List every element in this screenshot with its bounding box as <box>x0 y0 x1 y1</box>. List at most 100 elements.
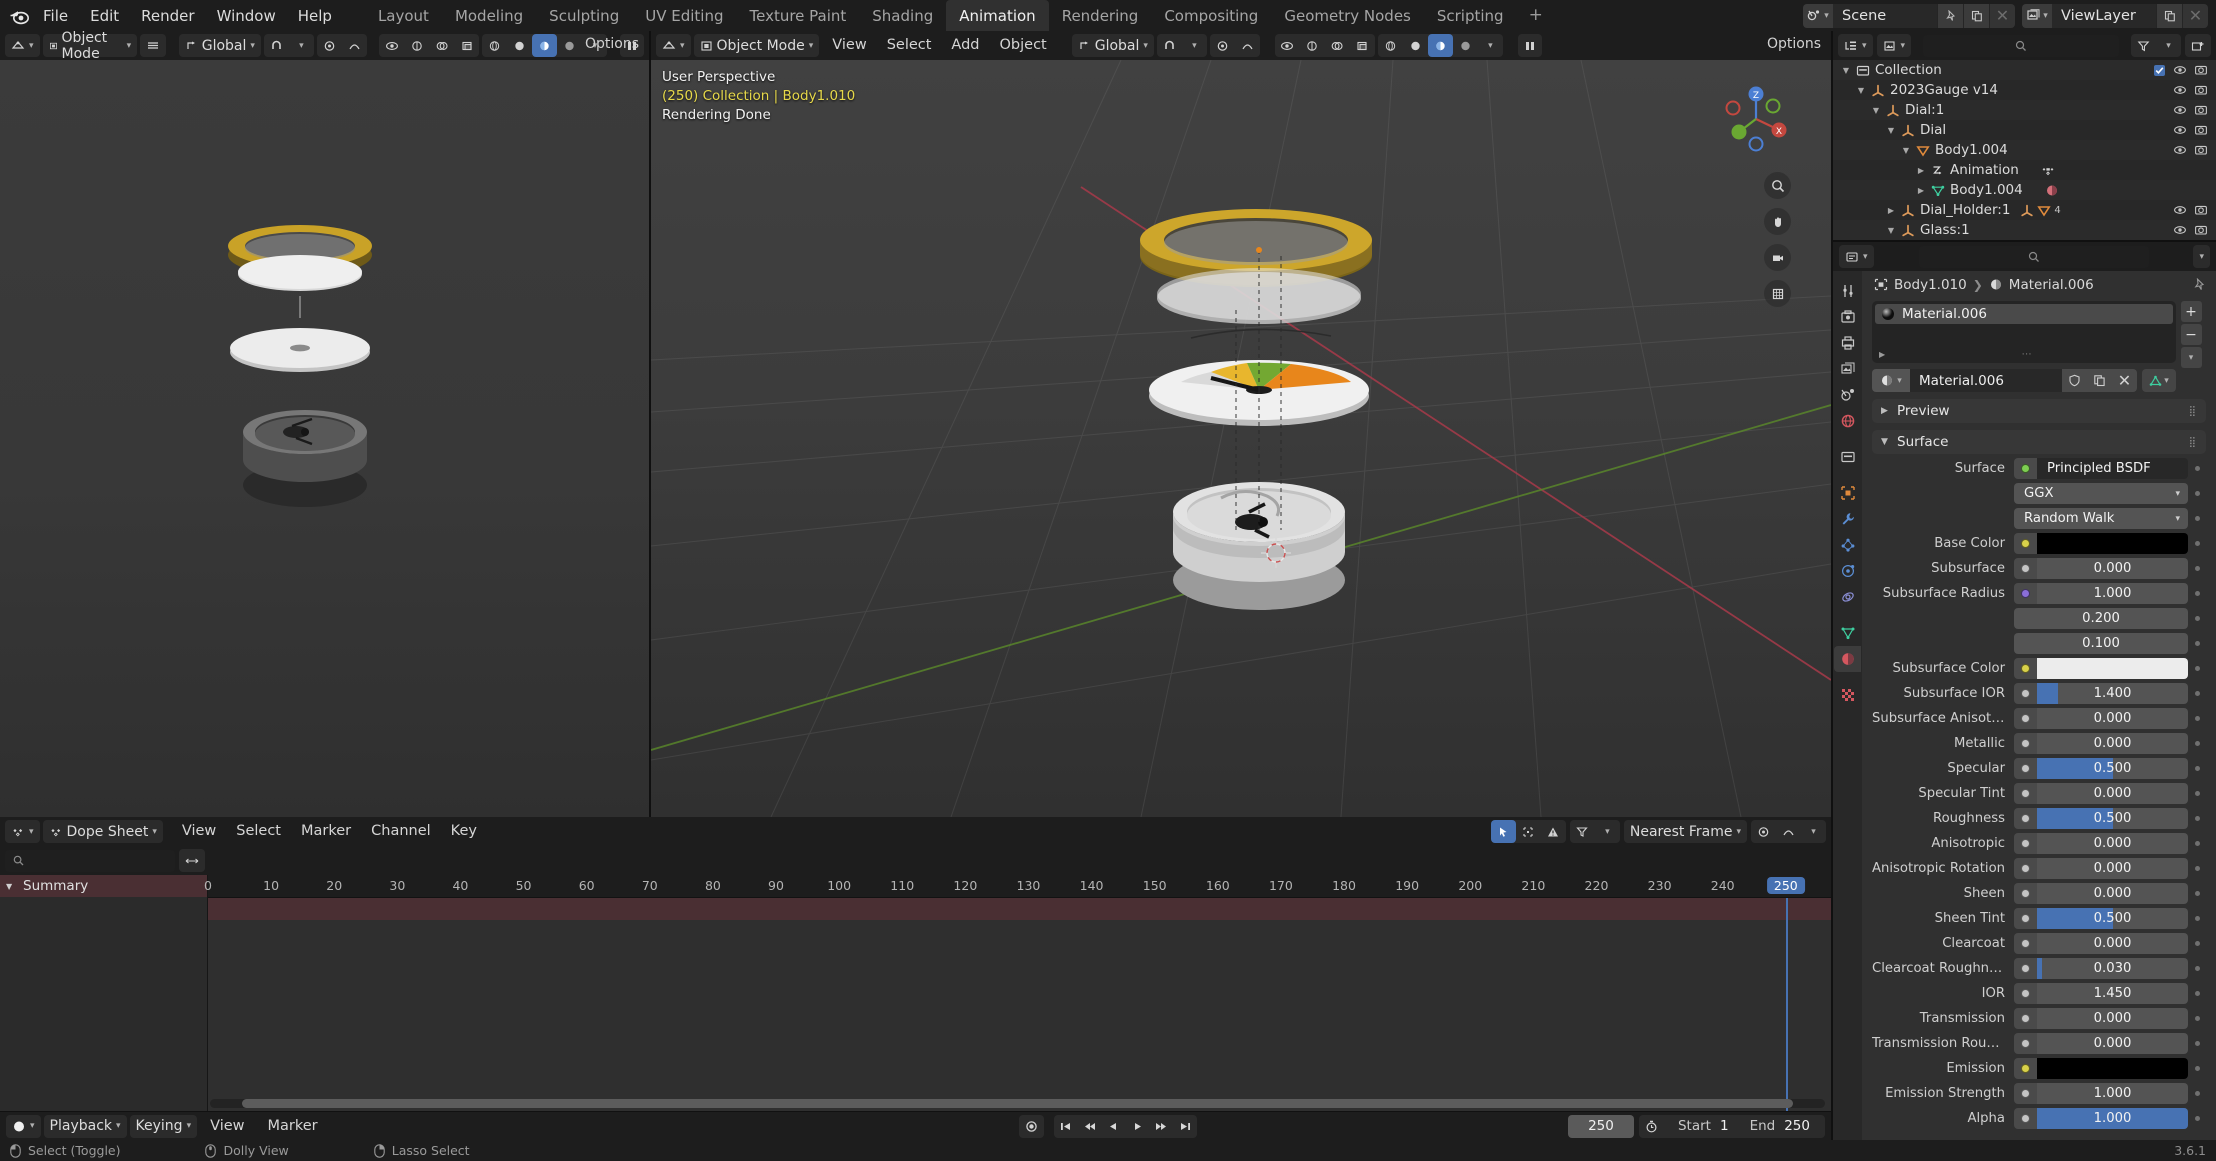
node-socket-icon[interactable] <box>2014 933 2037 954</box>
breadcrumb-object-label[interactable]: Body1.010 <box>1894 277 1967 293</box>
outliner-tree[interactable]: ▼ Collection ▼ 2023Gauge v14 ▼ Dial:1 ▼ Dial ▼ Bo… <box>1833 60 2216 240</box>
proportional-edit-icon[interactable] <box>317 34 342 57</box>
property-value-field-specular-tint[interactable]: 0.000 <box>2037 783 2188 804</box>
node-socket-icon[interactable] <box>2014 658 2037 679</box>
magnet-icon[interactable] <box>1157 34 1182 57</box>
material-name-field[interactable]: Material.006 <box>1910 369 2062 392</box>
node-socket-icon[interactable] <box>2014 958 2037 979</box>
animate-property-icon[interactable] <box>2188 941 2206 946</box>
sync-mode-icon[interactable]: ▾ <box>6 1114 41 1138</box>
properties-tab-tool[interactable] <box>1834 278 1861 304</box>
playbar-menu-playback[interactable]: Playback ▾ <box>43 1114 127 1138</box>
pin-icon[interactable] <box>1937 3 1963 28</box>
render-visibility-icon[interactable] <box>2194 204 2208 216</box>
remove-material-slot-button[interactable]: − <box>2180 324 2202 345</box>
close-icon[interactable]: ✕ <box>2182 3 2208 28</box>
render-visibility-icon[interactable] <box>2194 64 2208 76</box>
panel-preview[interactable]: ▶ Preview ⣿ <box>1872 399 2206 423</box>
property-value-field-subsurface-ior[interactable]: 1.400 <box>2037 683 2188 704</box>
proportional-edit-icon[interactable] <box>1751 820 1776 843</box>
property-value-field-anisotropic-rotation[interactable]: 0.000 <box>2037 858 2188 879</box>
zoom-icon[interactable] <box>1764 172 1791 199</box>
animate-property-icon[interactable] <box>2188 566 2206 571</box>
node-socket-icon[interactable] <box>2014 583 2037 604</box>
properties-tab-physics[interactable] <box>1834 558 1861 584</box>
dope-search-input[interactable] <box>5 849 175 872</box>
animate-property-icon[interactable] <box>2188 991 2206 996</box>
transform-orientation-left[interactable]: Global ▾ <box>178 34 261 57</box>
preview-render-type-icon[interactable]: ▾ <box>2142 369 2176 392</box>
viewport-columns-icon[interactable] <box>1517 34 1542 57</box>
outliner-item-label[interactable]: Dial:1 <box>1902 102 1944 118</box>
viewport-right-options[interactable]: Options <box>1767 36 1821 52</box>
transform-orientation-right[interactable]: Global ▾ <box>1071 34 1154 57</box>
filter-expand-icon[interactable]: ▾ <box>1595 820 1620 843</box>
outliner-display-mode[interactable]: ▾ <box>1876 34 1912 57</box>
scene-name[interactable]: Scene <box>1833 8 1937 24</box>
editor-type-properties-icon[interactable]: ▾ <box>1839 245 1874 268</box>
property-value-field-specular[interactable]: 0.500 <box>2037 758 2188 779</box>
dope-sheet-mode-selector[interactable]: Dope Sheet ▾ <box>42 820 163 843</box>
node-socket-icon[interactable] <box>2014 458 2037 479</box>
snap-target-icon[interactable]: ▾ <box>1182 34 1207 57</box>
new-collection-icon[interactable] <box>2185 34 2211 57</box>
outliner-item-label[interactable]: Glass:1 <box>1917 222 1970 238</box>
play-icon[interactable] <box>1126 1115 1149 1138</box>
properties-tab-world[interactable] <box>1834 408 1861 434</box>
animate-property-icon[interactable] <box>2188 766 2206 771</box>
dope-menu-channel[interactable]: Channel <box>361 820 441 843</box>
render-visibility-icon[interactable] <box>2194 84 2208 96</box>
dope-filter-dropdown[interactable]: ▾ <box>1569 820 1620 843</box>
render-visibility-icon[interactable] <box>2194 124 2208 136</box>
mode-selector-right[interactable]: Object Mode ▾ <box>693 34 820 57</box>
animate-property-icon[interactable] <box>2188 816 2206 821</box>
panel-surface[interactable]: ▼ Surface ⣿ <box>1872 430 2206 454</box>
properties-tab-collection[interactable] <box>1834 444 1861 470</box>
node-socket-icon[interactable] <box>2014 1108 2037 1129</box>
menu-button-left[interactable] <box>140 34 167 57</box>
animate-property-icon[interactable] <box>2188 716 2206 721</box>
menu-render[interactable]: Render <box>130 4 205 28</box>
animate-property-icon[interactable] <box>2188 891 2206 896</box>
falloff-icon[interactable] <box>1235 34 1260 57</box>
node-socket-icon[interactable] <box>2014 533 2037 554</box>
falloff-expand-icon[interactable]: ▾ <box>1801 820 1826 843</box>
viewport-menu-add[interactable]: Add <box>941 34 989 57</box>
property-value-field-subsurface[interactable]: 0.000 <box>2037 558 2188 579</box>
properties-tab-modifiers[interactable] <box>1834 506 1861 532</box>
workspace-tab-texture-paint[interactable]: Texture Paint <box>736 0 859 31</box>
jump-end-icon[interactable] <box>1174 1115 1197 1138</box>
end-frame-value[interactable]: 250 <box>1784 1118 1825 1134</box>
rendered-shading-icon[interactable] <box>557 34 582 57</box>
dope-sheet-grid[interactable]: 0 10 20 30 40 50 60 70 80 90 100 110 120 130 140 150 160… <box>204 875 1831 1111</box>
properties-tab-texture[interactable] <box>1834 682 1861 708</box>
wireframe-shading-icon[interactable] <box>1378 34 1403 57</box>
property-value-field-anisotropic[interactable]: 0.000 <box>2037 833 2188 854</box>
viewport-right-canvas[interactable]: User Perspective (250) Collection | Body… <box>651 60 1831 817</box>
chevron-right-icon[interactable]: ▶ <box>1914 166 1928 175</box>
scene-selector[interactable]: ▾ Scene ✕ <box>1803 3 2015 28</box>
color-swatch-emission[interactable] <box>2037 1058 2188 1079</box>
xray-toggle-icon[interactable] <box>1350 34 1375 57</box>
shading-options-icon[interactable]: ▾ <box>1478 34 1503 57</box>
workspace-tab-sculpting[interactable]: Sculpting <box>536 0 632 31</box>
visibility-eye-icon[interactable] <box>2173 204 2187 216</box>
magnet-icon[interactable] <box>264 34 289 57</box>
current-frame-field[interactable]: 250 <box>1567 1114 1634 1138</box>
chevron-down-icon[interactable]: ▼ <box>1884 226 1898 235</box>
outliner-item-label[interactable]: Dial <box>1917 122 1946 138</box>
stopwatch-icon[interactable] <box>1639 1120 1665 1133</box>
playbar-menu-marker[interactable]: Marker <box>258 1115 328 1138</box>
node-socket-icon[interactable] <box>2014 908 2037 929</box>
chevron-right-icon[interactable]: ▶ <box>1914 186 1928 195</box>
show-gizmo-icon[interactable] <box>1300 34 1325 57</box>
properties-search-input[interactable] <box>1918 245 2149 268</box>
material-slot-row[interactable]: Material.006 <box>1875 304 2173 324</box>
visibility-icon[interactable] <box>379 34 404 57</box>
duplicate-icon[interactable] <box>1963 3 1989 28</box>
menu-window[interactable]: Window <box>206 4 287 28</box>
property-value-field-0-100[interactable]: 0.100 <box>2014 633 2188 654</box>
outliner-item-label[interactable]: Dial_Holder:1 <box>1917 202 2010 218</box>
visibility-eye-icon[interactable] <box>2173 64 2187 76</box>
workspace-tab-shading[interactable]: Shading <box>859 0 946 31</box>
